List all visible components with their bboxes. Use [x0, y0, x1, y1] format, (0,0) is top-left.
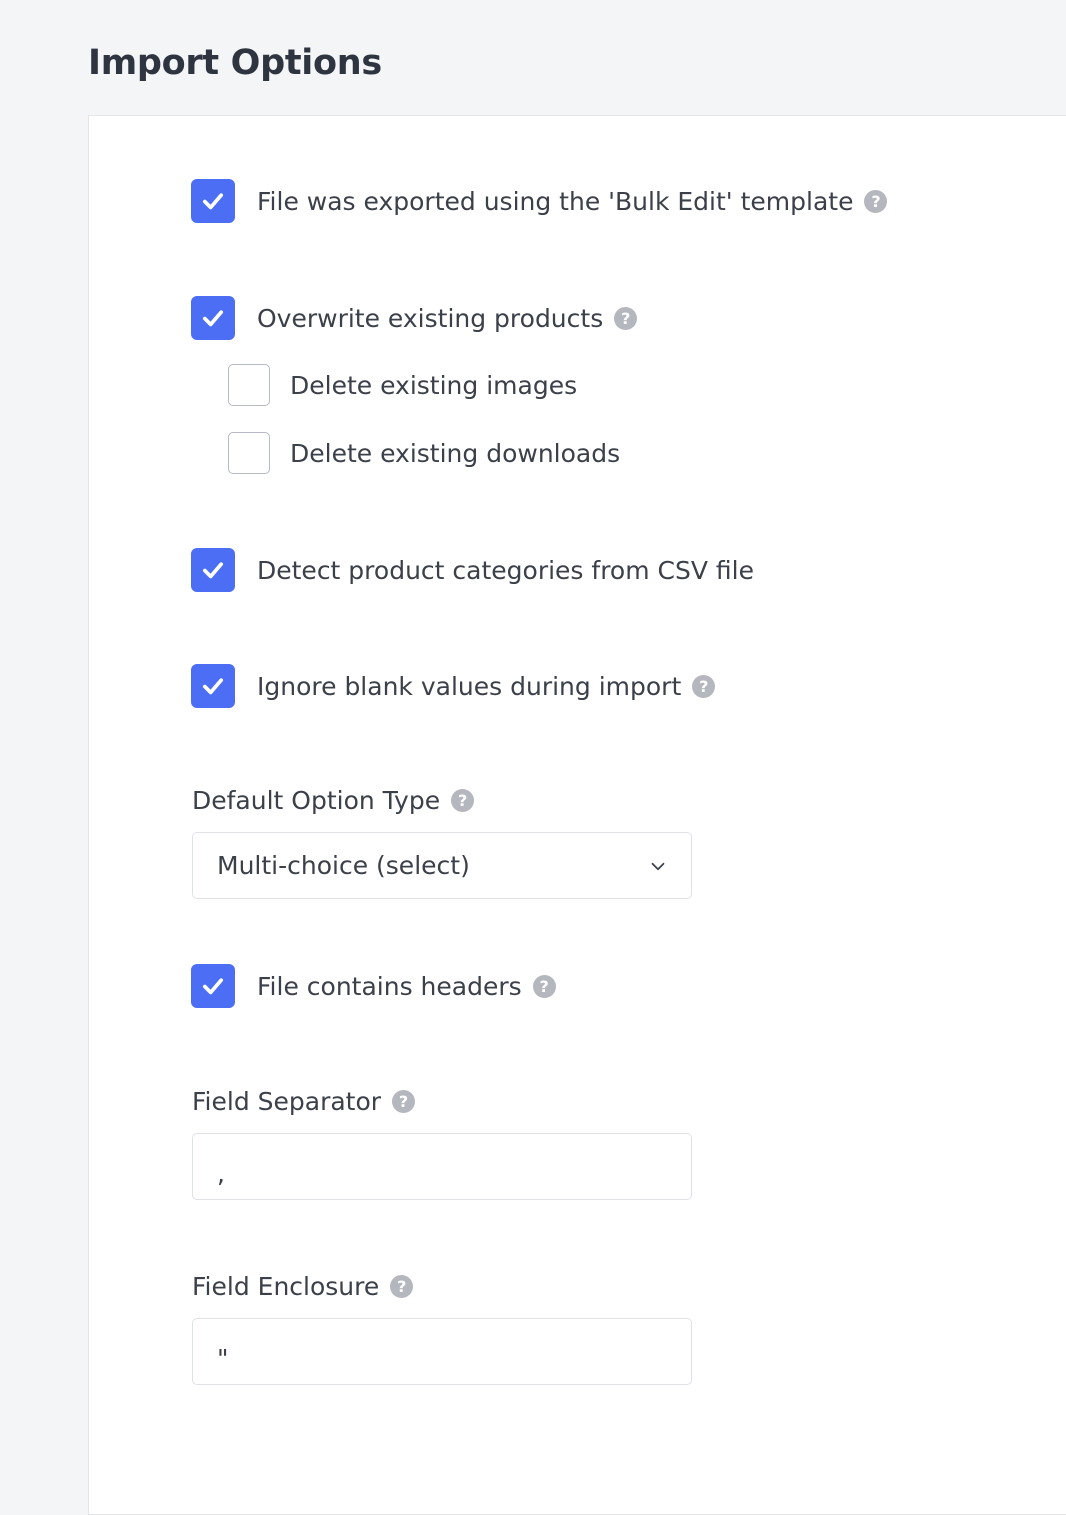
option-label-overwrite-existing-products: Overwrite existing products?	[257, 303, 638, 333]
checkbox-delete-existing-images[interactable]	[228, 364, 270, 406]
option-row-bulk-edit-template[interactable]: File was exported using the 'Bulk Edit' …	[191, 179, 888, 223]
checkbox-bulk-edit-template[interactable]	[191, 179, 235, 223]
checkbox-file-contains-headers[interactable]	[191, 964, 235, 1008]
field-group-field-separator: Field Separator ? ,	[192, 1089, 692, 1200]
check-icon	[202, 678, 224, 695]
help-icon-field-separator[interactable]: ?	[392, 1090, 416, 1113]
option-label-detect-product-categories: Detect product categories from CSV file	[257, 558, 754, 583]
option-label-file-contains-headers: File contains headers?	[257, 974, 556, 999]
check-icon	[202, 978, 224, 995]
field-label-text: Default Option Type	[192, 786, 441, 815]
option-text: Delete existing images	[290, 370, 578, 400]
field-label-field-enclosure: Field Enclosure ?	[192, 1274, 692, 1299]
page-title: Import Options	[88, 43, 382, 83]
field-label-default-option-type: Default Option Type ?	[192, 788, 692, 813]
option-text: Ignore blank values during import	[257, 671, 682, 701]
option-label-ignore-blank-values: Ignore blank values during import?	[257, 671, 716, 701]
help-icon-default-option-type[interactable]: ?	[451, 789, 475, 812]
option-text: Detect product categories from CSV file	[257, 555, 754, 585]
check-icon	[202, 193, 224, 210]
chevron-down-icon[interactable]	[647, 855, 669, 877]
option-text: Delete existing downloads	[290, 438, 621, 468]
option-text: File contains headers	[257, 971, 522, 1001]
select-value-default-option-type: Multi-choice (select)	[217, 851, 470, 880]
option-row-delete-existing-downloads[interactable]: Delete existing downloads	[228, 432, 620, 474]
option-label-delete-existing-downloads: Delete existing downloads	[290, 441, 620, 466]
field-group-field-enclosure: Field Enclosure ? "	[192, 1274, 692, 1385]
help-icon-field-enclosure[interactable]: ?	[390, 1275, 414, 1298]
input-field-enclosure[interactable]: "	[192, 1318, 692, 1385]
option-row-ignore-blank-values[interactable]: Ignore blank values during import?	[191, 664, 716, 708]
import-options-card: File was exported using the 'Bulk Edit' …	[88, 115, 1066, 1515]
checkbox-delete-existing-downloads[interactable]	[228, 432, 270, 474]
option-text: Overwrite existing products	[257, 303, 604, 333]
field-label-field-separator: Field Separator ?	[192, 1089, 692, 1114]
check-icon	[202, 562, 224, 579]
checkbox-detect-product-categories[interactable]	[191, 548, 235, 592]
help-icon-bulk-edit-template[interactable]: ?	[864, 190, 888, 213]
option-row-file-contains-headers[interactable]: File contains headers?	[191, 964, 556, 1008]
field-group-default-option-type: Default Option Type ? Multi-choice (sele…	[192, 788, 692, 899]
option-text: File was exported using the 'Bulk Edit' …	[257, 186, 854, 216]
input-value-field-separator: ,	[217, 1159, 225, 1188]
checkbox-overwrite-existing-products[interactable]	[191, 296, 235, 340]
help-icon-ignore-blank-values[interactable]: ?	[692, 675, 716, 698]
checkbox-ignore-blank-values[interactable]	[191, 664, 235, 708]
option-row-detect-product-categories[interactable]: Detect product categories from CSV file	[191, 548, 754, 592]
check-icon	[202, 310, 224, 327]
field-label-text: Field Enclosure	[192, 1272, 380, 1301]
select-default-option-type[interactable]: Multi-choice (select)	[192, 832, 692, 899]
option-row-overwrite-existing-products[interactable]: Overwrite existing products?	[191, 296, 638, 340]
field-label-text: Field Separator	[192, 1087, 382, 1116]
input-value-field-enclosure: "	[217, 1344, 229, 1373]
option-label-bulk-edit-template: File was exported using the 'Bulk Edit' …	[257, 186, 888, 216]
import-options-page: Import Options File was exported using t…	[0, 0, 1066, 1515]
option-label-delete-existing-images: Delete existing images	[290, 373, 577, 398]
option-row-delete-existing-images[interactable]: Delete existing images	[228, 364, 577, 406]
input-field-separator[interactable]: ,	[192, 1133, 692, 1200]
help-icon-overwrite-existing-products[interactable]: ?	[614, 307, 638, 330]
help-icon-file-contains-headers[interactable]: ?	[532, 975, 556, 998]
